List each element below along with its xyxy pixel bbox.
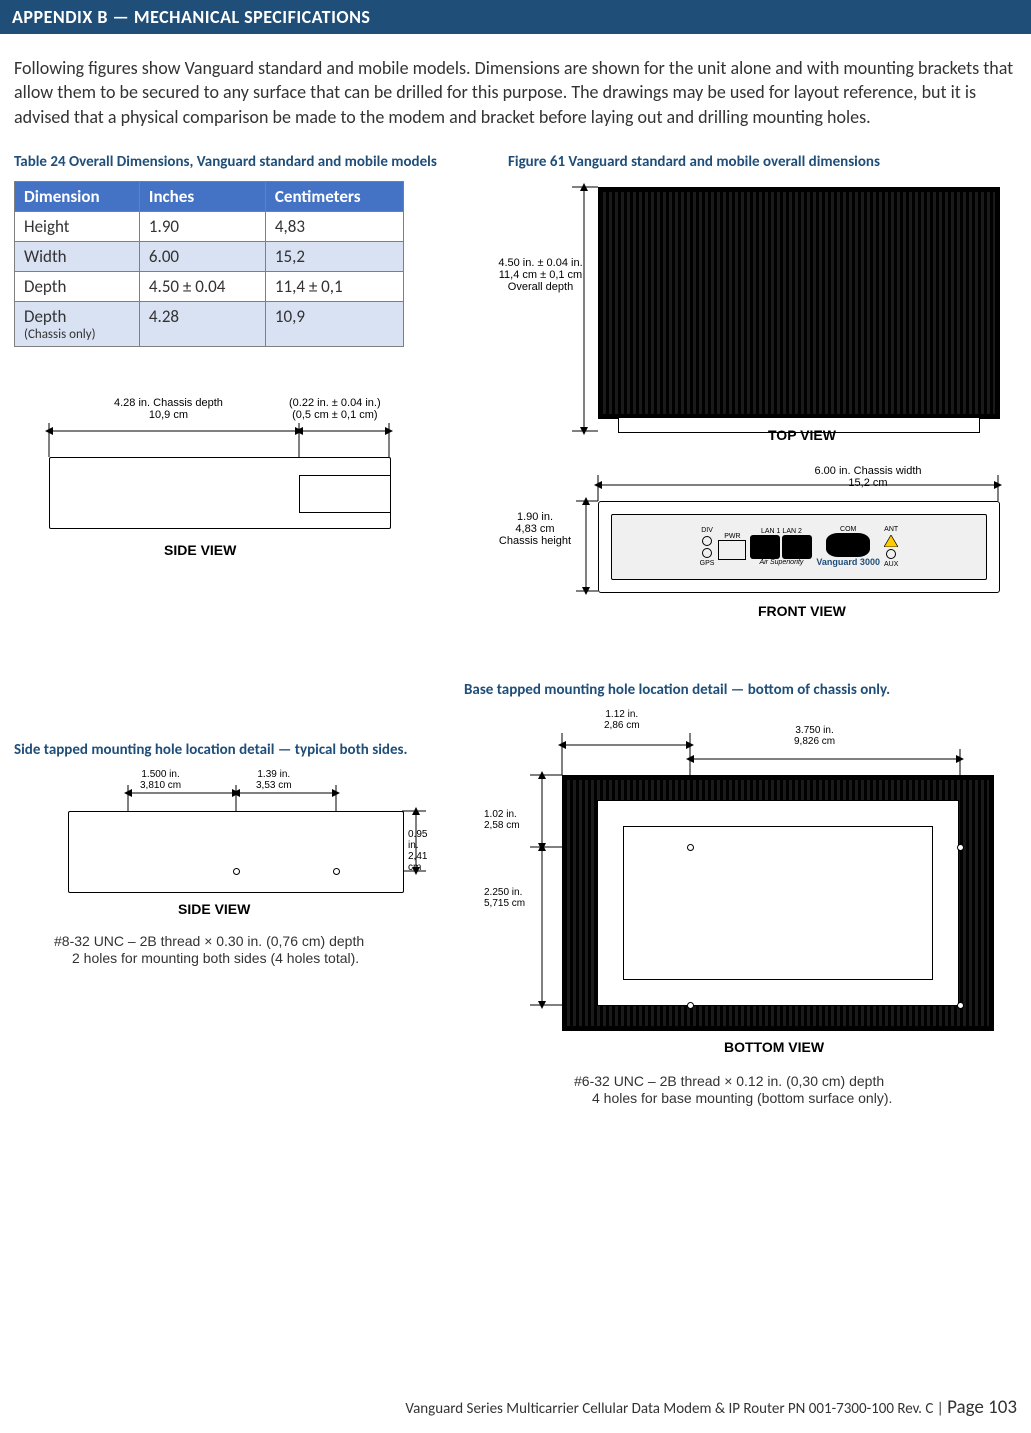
dD-in: 2.250 in. bbox=[484, 887, 522, 898]
intro-paragraph: Following figures show Vanguard standard… bbox=[14, 56, 1017, 129]
front-view-label: FRONT VIEW bbox=[758, 603, 846, 619]
cell-in: 4.50 ± 0.04 bbox=[139, 271, 265, 301]
fcc-label-placeholder bbox=[623, 826, 933, 980]
table-row: Height 1.90 4,83 bbox=[15, 211, 404, 241]
footer-page-num: 103 bbox=[988, 1396, 1017, 1419]
d1-in: 1.500 in. bbox=[141, 769, 179, 780]
height-cm: 4,83 cm bbox=[515, 523, 554, 535]
side-tapped-drawing: 1.500 in. 3,810 cm 1.39 in. 3,53 cm 0.95… bbox=[58, 769, 428, 929]
cell-cm: 15,2 bbox=[265, 241, 403, 271]
figure61-caption: Figure 61 Vanguard standard and mobile o… bbox=[508, 153, 1028, 171]
d1-cm: 3,810 cm bbox=[140, 780, 181, 791]
dA-in: 1.12 in. bbox=[605, 709, 638, 720]
footer-page-label: Page bbox=[947, 1396, 988, 1419]
front-view-drawing: 6.00 in. Chassis width 15,2 cm 1.90 in. … bbox=[468, 461, 1028, 641]
bottom-view-drawing: 1.12 in. 2,86 cm 3.750 in. 9,826 cm 1.02… bbox=[464, 709, 1024, 1069]
footer-product: Vanguard Series Multicarrier Cellular Da… bbox=[405, 1400, 933, 1418]
side-note-l2: 2 holes for mounting both sides (4 holes… bbox=[54, 950, 444, 968]
width-in: 6.00 in. bbox=[814, 465, 850, 477]
port-aux: AUX bbox=[884, 561, 898, 568]
side-tapped-caption: Side tapped mounting hole location detai… bbox=[14, 741, 444, 759]
sma-icon bbox=[702, 548, 712, 558]
dC-cm: 2,58 cm bbox=[484, 820, 520, 831]
dB-in: 3.750 in. bbox=[795, 725, 833, 736]
side-note-l1: #8-32 UNC – 2B thread × 0.30 in. (0,76 c… bbox=[54, 933, 364, 949]
port-com: COM bbox=[840, 526, 856, 533]
ethernet-icon bbox=[782, 535, 812, 559]
height-in: 1.90 in. bbox=[517, 511, 553, 523]
bottom-view-label: BOTTOM VIEW bbox=[724, 1039, 824, 1055]
col-centimeters: Centimeters bbox=[265, 181, 403, 211]
overall-depth-in: 4.50 in. ± 0.04 in. bbox=[498, 257, 582, 269]
footer-sep: | bbox=[933, 1400, 947, 1418]
d2-in: 1.39 in. bbox=[257, 769, 290, 780]
page-footer: Vanguard Series Multicarrier Cellular Da… bbox=[405, 1396, 1017, 1419]
d3-cm: 2,41 cm bbox=[408, 851, 427, 873]
table24-caption: Table 24 Overall Dimensions, Vanguard st… bbox=[14, 153, 444, 171]
dA-cm: 2,86 cm bbox=[604, 720, 640, 731]
d2-cm: 3,53 cm bbox=[256, 780, 292, 791]
base-tapped-caption: Base tapped mounting hole location detai… bbox=[464, 681, 1024, 699]
table-row: Depth 4.50 ± 0.04 11,4 ± 0,1 bbox=[15, 271, 404, 301]
dD-cm: 5,715 cm bbox=[484, 898, 525, 909]
cell-dim: Height bbox=[15, 211, 140, 241]
width-label: Chassis width bbox=[854, 465, 922, 477]
col-inches: Inches bbox=[139, 181, 265, 211]
table-row: Width 6.00 15,2 bbox=[15, 241, 404, 271]
side-tapped-note: #8-32 UNC – 2B thread × 0.30 in. (0,76 c… bbox=[54, 933, 444, 968]
cell-dim: Depth bbox=[15, 271, 140, 301]
warning-icon bbox=[884, 535, 898, 547]
appendix-title: APPENDIX B — MECHANICAL SPECIFICATIONS bbox=[12, 6, 1019, 28]
chassis-depth-in: 4.28 in. bbox=[114, 397, 150, 409]
product-name: Vanguard 3000 bbox=[816, 557, 880, 567]
d3-in: 0.95 in. bbox=[408, 829, 427, 851]
cell-dim: Width bbox=[15, 241, 140, 271]
connector-depth-in: (0.22 in. ± 0.04 in.) bbox=[289, 397, 381, 409]
base-tapped-note: #6-32 UNC – 2B thread × 0.12 in. (0,30 c… bbox=[574, 1073, 1024, 1108]
width-cm: 15,2 cm bbox=[848, 477, 887, 489]
col-dimension: Dimension bbox=[15, 181, 140, 211]
table-row: Depth (Chassis only) 4.28 10,9 bbox=[15, 301, 404, 346]
overall-depth-label: Overall depth bbox=[508, 281, 573, 293]
cell-in: 6.00 bbox=[139, 241, 265, 271]
dC-in: 1.02 in. bbox=[484, 809, 517, 820]
cell-cm: 11,4 ± 0,1 bbox=[265, 271, 403, 301]
connector-depth-cm: (0,5 cm ± 0,1 cm) bbox=[292, 409, 378, 421]
dsub-icon bbox=[826, 533, 870, 557]
port-pwr: PWR bbox=[724, 533, 740, 540]
dimensions-table: Dimension Inches Centimeters Height 1.90… bbox=[14, 181, 404, 347]
sma-icon bbox=[886, 549, 896, 559]
height-label: Chassis height bbox=[499, 535, 571, 547]
side-view-drawing: 4.28 in. Chassis depth 10,9 cm (0.22 in.… bbox=[14, 397, 424, 567]
top-view-drawing: 4.50 in. ± 0.04 in. 11,4 cm ± 0,1 cm Ove… bbox=[488, 177, 1008, 457]
cell-dim: Depth (Chassis only) bbox=[15, 301, 140, 346]
chassis-depth-label: Chassis depth bbox=[153, 397, 223, 409]
overall-depth-cm: 11,4 cm ± 0,1 cm bbox=[499, 269, 582, 281]
side-view-label2: SIDE VIEW bbox=[178, 901, 250, 917]
ethernet-icon bbox=[750, 535, 780, 559]
base-note-l2: 4 holes for base mounting (bottom surfac… bbox=[574, 1090, 1024, 1108]
base-note-l1: #6-32 UNC – 2B thread × 0.12 in. (0,30 c… bbox=[574, 1073, 884, 1089]
top-view-label: TOP VIEW bbox=[768, 427, 836, 443]
appendix-header: APPENDIX B — MECHANICAL SPECIFICATIONS bbox=[0, 0, 1031, 34]
dB-cm: 9,826 cm bbox=[794, 736, 835, 747]
cell-in: 1.90 bbox=[139, 211, 265, 241]
cell-cm: 10,9 bbox=[265, 301, 403, 346]
cell-in: 4.28 bbox=[139, 301, 265, 346]
sma-icon bbox=[702, 536, 712, 546]
cell-dim-sub: (Chassis only) bbox=[24, 327, 130, 342]
port-ant: ANT bbox=[884, 526, 898, 533]
port-lan2: LAN 2 bbox=[782, 528, 801, 535]
chassis-depth-cm: 10,9 cm bbox=[149, 409, 188, 421]
cell-cm: 4,83 bbox=[265, 211, 403, 241]
port-lan1: LAN 1 bbox=[761, 528, 780, 535]
cell-dim-main: Depth bbox=[24, 306, 66, 327]
port-div: DIV bbox=[701, 527, 713, 534]
side-view-label: SIDE VIEW bbox=[164, 542, 236, 558]
port-gps: GPS bbox=[700, 560, 715, 567]
brand-tagline: Air Superiority bbox=[759, 559, 803, 566]
